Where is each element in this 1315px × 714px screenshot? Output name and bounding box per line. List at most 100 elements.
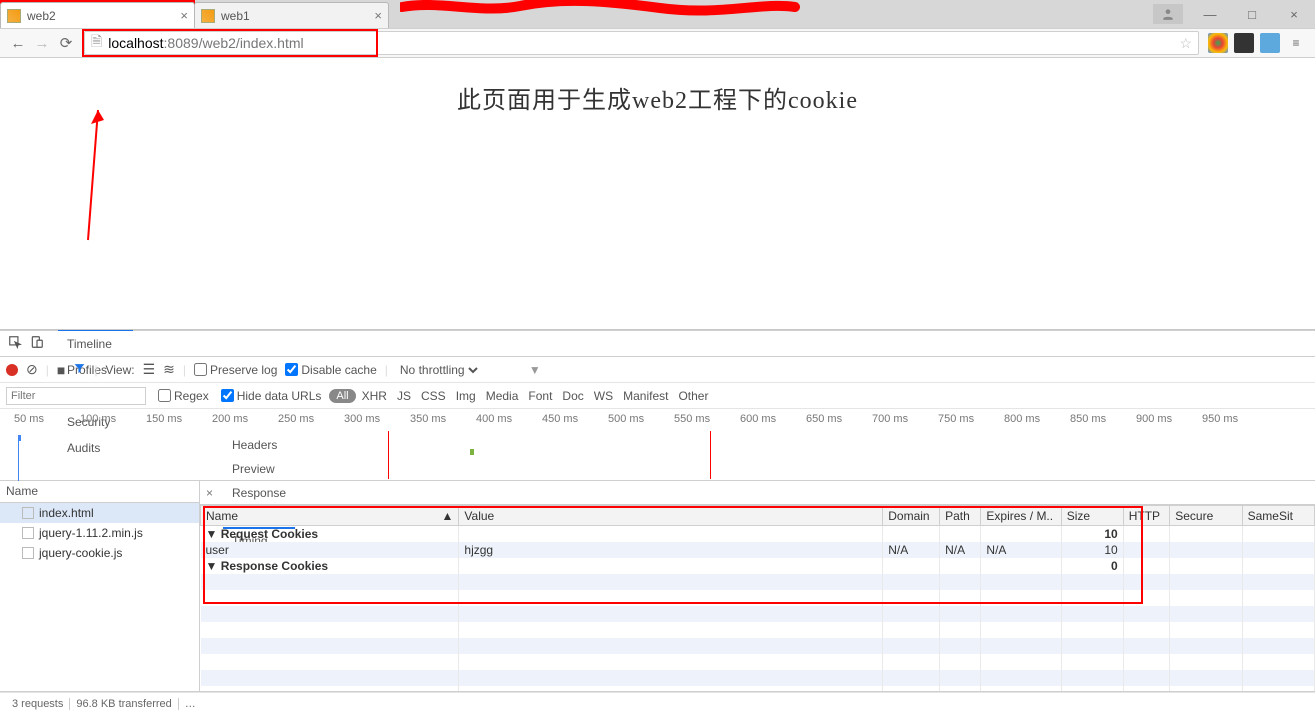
cookies-col-path[interactable]: Path [940,506,981,526]
devtools-statusbar: 3 requests 96.8 KB transferred … [0,692,1315,714]
filter-type-ws[interactable]: WS [594,389,613,403]
cookies-table: Name ▲ValueDomainPathExpires / M..SizeHT… [200,505,1315,691]
cookies-col-http[interactable]: HTTP [1123,506,1170,526]
browser-tab-web2[interactable]: web2 × [0,2,195,28]
profile-avatar-icon[interactable] [1153,4,1183,24]
cookie-row[interactable] [201,622,1315,638]
subtab-response[interactable]: Response [223,481,295,505]
filter-input[interactable] [6,387,146,405]
reload-button[interactable]: ⟳ [56,33,76,53]
waterfall-icon[interactable]: ≋ [163,361,175,378]
timeline-tick: 600 ms [740,413,806,425]
cookies-col-expires-m-[interactable]: Expires / M.. [981,506,1061,526]
hide-data-urls-checkbox[interactable]: Hide data URLs [217,386,322,405]
forward-button[interactable]: → [32,33,52,53]
annotation-arrow [68,100,108,250]
domcontent-line [18,441,19,481]
cookies-col-domain[interactable]: Domain [883,506,940,526]
cookies-col-size[interactable]: Size [1061,506,1123,526]
cookie-row[interactable]: userhjzggN/AN/AN/A10 [201,542,1315,558]
cookies-col-name[interactable]: Name ▲ [201,506,459,526]
network-timeline[interactable]: 50 ms100 ms150 ms200 ms250 ms300 ms350 m… [0,409,1315,481]
cookies-col-samesit[interactable]: SameSit [1242,506,1314,526]
cookies-col-secure[interactable]: Secure [1170,506,1242,526]
request-detail: × HeadersPreviewResponseCookiesTiming Na… [200,481,1315,691]
filter-type-all[interactable]: All [329,389,355,403]
filter-type-manifest[interactable]: Manifest [623,389,668,403]
devtools-tab-timeline[interactable]: Timeline [58,331,133,357]
cookie-row[interactable]: ▼ Response Cookies0 [201,558,1315,574]
regex-checkbox[interactable]: Regex [154,386,209,405]
filter-toggle-icon[interactable] [73,362,86,378]
devtools-tabbar: ElementsSourcesConsoleNetworkTimelinePro… [0,331,1315,357]
filter-type-js[interactable]: JS [397,389,411,403]
filter-type-doc[interactable]: Doc [562,389,583,403]
timeline-tick: 300 ms [344,413,410,425]
file-icon: 🗎 [91,31,102,55]
capture-screenshot-icon[interactable]: ■ [57,362,65,378]
address-path: :8089/web2/index.html [164,35,304,51]
timeline-tick: 200 ms [212,413,278,425]
cookie-row[interactable] [201,686,1315,691]
request-row[interactable]: jquery-cookie.js [0,543,199,563]
load-end-line [710,431,711,479]
timeline-bar [470,449,474,455]
status-transferred: 96.8 KB transferred [70,698,178,710]
cookie-row[interactable] [201,670,1315,686]
throttling-select[interactable]: No throttling [396,362,481,378]
request-row[interactable]: jquery-1.11.2.min.js [0,523,199,543]
close-tab-icon[interactable]: × [180,8,188,23]
file-icon [22,547,34,559]
back-button[interactable]: ← [8,33,28,53]
devtools-panel: ElementsSourcesConsoleNetworkTimelinePro… [0,330,1315,714]
preserve-log-checkbox[interactable]: Preserve log [194,363,277,377]
filter-type-css[interactable]: CSS [421,389,446,403]
menu-icon[interactable]: ≡ [1286,33,1306,53]
cookies-col-value[interactable]: Value [459,506,883,526]
page-viewport: 此页面用于生成web2工程下的cookie [0,58,1315,330]
cookie-row[interactable] [201,574,1315,590]
timeline-tick: 450 ms [542,413,608,425]
network-filter-bar: Regex Hide data URLs All XHR JS CSS Img Medi… [0,383,1315,409]
close-tab-icon[interactable]: × [374,8,382,23]
cookie-row[interactable] [201,654,1315,670]
request-row[interactable]: index.html [0,503,199,523]
extension-icon[interactable] [1260,33,1280,53]
browser-tab-web1[interactable]: web1 × [194,2,389,28]
inspect-element-icon[interactable] [4,335,26,352]
extension-icon[interactable] [1234,33,1254,53]
view-label: View: [105,363,134,377]
timeline-tick: 100 ms [80,413,146,425]
cookie-row[interactable]: ▼ Request Cookies10 [201,526,1315,543]
bookmark-star-icon[interactable]: ☆ [1179,35,1192,52]
filter-type-img[interactable]: Img [456,389,476,403]
filter-type-font[interactable]: Font [528,389,552,403]
network-toolbar: ⊘ | ■ | View: ☰ ≋ | Preserve log Disable… [0,357,1315,383]
address-bar[interactable]: 🗎 localhost:8089/web2/index.html ☆ [84,31,1199,55]
close-detail-icon[interactable]: × [206,486,213,500]
cookie-row[interactable] [201,590,1315,606]
filter-type-other[interactable]: Other [678,389,708,403]
cookie-row[interactable] [201,638,1315,654]
device-toggle-icon[interactable] [26,335,48,352]
request-list-header: Name [0,481,199,503]
timeline-tick: 400 ms [476,413,542,425]
tab-title: web2 [27,9,174,23]
minimize-button[interactable]: — [1189,7,1231,22]
request-list: Name index.htmljquery-1.11.2.min.jsjquer… [0,481,200,691]
maximize-button[interactable]: □ [1231,7,1273,22]
cookie-row[interactable] [201,606,1315,622]
record-button[interactable] [6,364,18,376]
request-subtabs: × HeadersPreviewResponseCookiesTiming [200,481,1315,505]
timeline-tick: 700 ms [872,413,938,425]
clear-button[interactable]: ⊘ [26,361,38,378]
close-window-button[interactable]: × [1273,7,1315,22]
file-icon [22,507,34,519]
filter-type-xhr[interactable]: XHR [362,389,387,403]
timeline-tick: 900 ms [1136,413,1202,425]
disable-cache-checkbox[interactable]: Disable cache [285,363,376,377]
large-rows-icon[interactable]: ☰ [143,361,156,378]
timeline-tick: 50 ms [14,413,80,425]
filter-type-media[interactable]: Media [486,389,519,403]
extension-icon[interactable] [1208,33,1228,53]
